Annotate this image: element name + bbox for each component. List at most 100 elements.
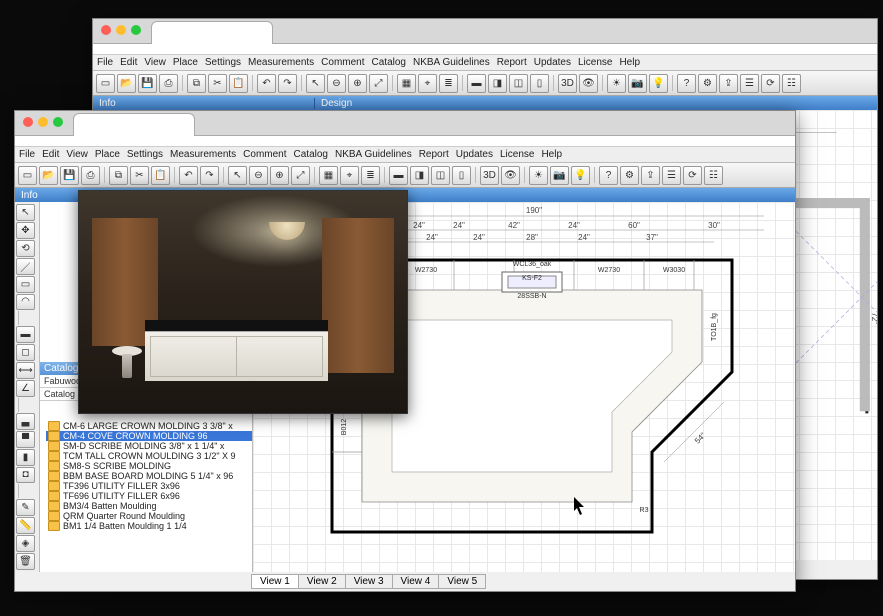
- help-icon[interactable]: ?: [599, 166, 618, 185]
- settings-icon[interactable]: ⚙: [620, 166, 639, 185]
- view-tab[interactable]: View 2: [298, 574, 346, 589]
- layers-icon[interactable]: ≣: [439, 74, 458, 93]
- catalog-item[interactable]: BM1 1/4 Batten Moulding 1 1/4: [46, 521, 252, 531]
- catalog-item[interactable]: TF696 UTILITY FILLER 6x96: [46, 491, 252, 501]
- maximize-icon[interactable]: [131, 25, 141, 35]
- menu-item[interactable]: NKBA Guidelines: [335, 149, 412, 160]
- mag-plus-icon[interactable]: ⊕: [348, 74, 367, 93]
- menu-item[interactable]: Place: [173, 57, 198, 68]
- list-icon[interactable]: ☷: [782, 74, 801, 93]
- paste-icon[interactable]: 📋: [229, 74, 248, 93]
- wall-cab-icon[interactable]: ▀: [16, 431, 35, 448]
- catalog-item[interactable]: SM8-S SCRIBE MOLDING: [46, 461, 252, 471]
- copy-icon[interactable]: ⧉: [109, 166, 128, 185]
- catalog-item[interactable]: CM-6 LARGE CROWN MOLDING 3 3/8" x: [46, 421, 252, 431]
- menu-item[interactable]: Comment: [243, 149, 286, 160]
- catalog-item[interactable]: TCM TALL CROWN MOULDING 3 1/2" X 9: [46, 451, 252, 461]
- angle-icon[interactable]: ∠: [16, 380, 35, 397]
- export-icon[interactable]: ⇪: [719, 74, 738, 93]
- tall-cab-icon[interactable]: ▮: [16, 449, 35, 466]
- vertical-toolbar[interactable]: ↖✥⟲／▭◠▬◻⟷∠▃▀▮◘✎📏◈🗑: [15, 202, 40, 572]
- menu-item[interactable]: View: [144, 57, 166, 68]
- cut-icon[interactable]: ✂: [208, 74, 227, 93]
- close-icon[interactable]: [23, 117, 33, 127]
- print-icon[interactable]: ⎙: [159, 74, 178, 93]
- 3d-icon[interactable]: 3D: [558, 74, 577, 93]
- mag-minus-icon[interactable]: ⊖: [249, 166, 268, 185]
- snap-icon[interactable]: ⌖: [340, 166, 359, 185]
- rotate-icon[interactable]: ⟲: [16, 240, 35, 257]
- catalog-item[interactable]: QRM Quarter Round Moulding: [46, 511, 252, 521]
- rect-icon[interactable]: ▭: [16, 276, 35, 293]
- menu-item[interactable]: Edit: [42, 149, 59, 160]
- window-controls[interactable]: [23, 117, 63, 127]
- browser-tab[interactable]: [151, 21, 273, 44]
- mag-plus-icon[interactable]: ⊕: [270, 166, 289, 185]
- update-icon[interactable]: ⟳: [683, 166, 702, 185]
- camera-icon[interactable]: 📷: [550, 166, 569, 185]
- line-icon[interactable]: ／: [16, 258, 35, 275]
- mag-minus-icon[interactable]: ⊖: [327, 74, 346, 93]
- menu-item[interactable]: Settings: [127, 149, 163, 160]
- window-icon[interactable]: ◫: [431, 166, 450, 185]
- render-icon[interactable]: ☀: [607, 74, 626, 93]
- layers-icon[interactable]: ≣: [361, 166, 380, 185]
- minimize-icon[interactable]: [116, 25, 126, 35]
- cut-icon[interactable]: ✂: [130, 166, 149, 185]
- new-file-icon[interactable]: ▭: [96, 74, 115, 93]
- view-tab[interactable]: View 5: [438, 574, 486, 589]
- report-icon[interactable]: ☰: [662, 166, 681, 185]
- grid-icon[interactable]: ▦: [319, 166, 338, 185]
- menu-item[interactable]: File: [19, 149, 35, 160]
- menu-item[interactable]: Edit: [120, 57, 137, 68]
- catalog-item[interactable]: SM-D SCRIBE MOLDING 3/8" x 1 1/4" x: [46, 441, 252, 451]
- zoom-fit-icon[interactable]: ⤢: [291, 166, 310, 185]
- menu-item[interactable]: Place: [95, 149, 120, 160]
- open-icon[interactable]: 📂: [117, 74, 136, 93]
- select-icon[interactable]: ↖: [16, 204, 35, 221]
- maximize-icon[interactable]: [53, 117, 63, 127]
- catalog-list[interactable]: CM-6 LARGE CROWN MOLDING 3 3/8" xCM-4 CO…: [40, 419, 252, 533]
- cabinet-icon[interactable]: ▯: [530, 74, 549, 93]
- camera-icon[interactable]: 📷: [628, 74, 647, 93]
- appliance-icon[interactable]: ◘: [16, 467, 35, 484]
- settings-icon[interactable]: ⚙: [698, 74, 717, 93]
- redo-icon[interactable]: ↷: [278, 74, 297, 93]
- print-icon[interactable]: ⎙: [81, 166, 100, 185]
- cursor-icon[interactable]: ↖: [306, 74, 325, 93]
- light-icon[interactable]: 💡: [571, 166, 590, 185]
- menu-item[interactable]: Settings: [205, 57, 241, 68]
- snap-icon[interactable]: ⌖: [418, 74, 437, 93]
- dim-icon[interactable]: ⟷: [16, 362, 35, 379]
- help-icon[interactable]: ?: [677, 74, 696, 93]
- menu-item[interactable]: License: [500, 149, 534, 160]
- undo-icon[interactable]: ↶: [257, 74, 276, 93]
- copy-icon[interactable]: ⧉: [187, 74, 206, 93]
- wall-icon[interactable]: ▬: [467, 74, 486, 93]
- zoom-fit-icon[interactable]: ⤢: [369, 74, 388, 93]
- menu-item[interactable]: View: [66, 149, 88, 160]
- base-cab-icon[interactable]: ▃: [16, 413, 35, 430]
- catalog-item[interactable]: BBM BASE BOARD MOLDING 5 1/4" x 96: [46, 471, 252, 481]
- report-icon[interactable]: ☰: [740, 74, 759, 93]
- measure-icon[interactable]: 📏: [16, 517, 35, 534]
- browser-tab[interactable]: [73, 113, 195, 136]
- move-icon[interactable]: ✥: [16, 222, 35, 239]
- menu-item[interactable]: File: [97, 57, 113, 68]
- door-icon[interactable]: ◨: [410, 166, 429, 185]
- window-icon[interactable]: ◫: [509, 74, 528, 93]
- catalog-item[interactable]: TF396 UTILITY FILLER 3x96: [46, 481, 252, 491]
- trash-icon[interactable]: 🗑: [16, 553, 35, 570]
- new-file-icon[interactable]: ▭: [18, 166, 37, 185]
- light-icon[interactable]: 💡: [649, 74, 668, 93]
- menu-item[interactable]: Measurements: [248, 57, 314, 68]
- view-tab[interactable]: View 1: [251, 574, 299, 589]
- 3d-icon[interactable]: 3D: [480, 166, 499, 185]
- menu-item[interactable]: License: [578, 57, 612, 68]
- cursor-icon[interactable]: ↖: [228, 166, 247, 185]
- menu-item[interactable]: Comment: [321, 57, 364, 68]
- note-icon[interactable]: ✎: [16, 499, 35, 516]
- menu-item[interactable]: Updates: [456, 149, 493, 160]
- menu-bar[interactable]: File Edit View Place Settings Measuremen…: [15, 147, 795, 163]
- arc-icon[interactable]: ◠: [16, 294, 35, 311]
